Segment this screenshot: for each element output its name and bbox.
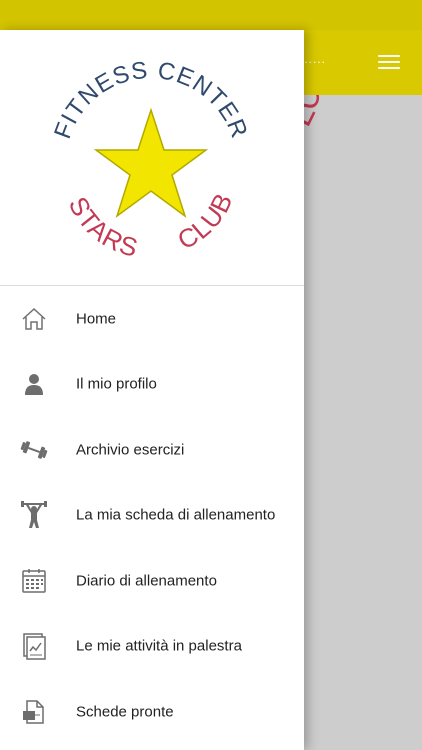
dumbbell-icon bbox=[20, 440, 48, 459]
weightlifter-icon bbox=[21, 501, 47, 529]
menu-item-training-plan[interactable]: La mia scheda di allenamento bbox=[0, 483, 304, 549]
drawer-header: FITNESS CENTER STARS CLUB bbox=[0, 30, 304, 286]
calendar-icon bbox=[22, 568, 46, 593]
menu-item-label: Archivio esercizi bbox=[76, 441, 185, 459]
menu-item-training-diary[interactable]: Diario di allenamento bbox=[0, 548, 304, 614]
menu-item-label: Schede pronte bbox=[76, 703, 174, 721]
home-icon bbox=[22, 307, 46, 330]
menu-item-profile[interactable]: Il mio profilo bbox=[0, 352, 304, 418]
star-icon bbox=[93, 107, 209, 218]
fitness-center-logo: FITNESS CENTER STARS CLUB bbox=[49, 57, 252, 263]
menu-item-label: Le mie attività in palestra bbox=[76, 637, 242, 655]
activity-chart-icon bbox=[23, 633, 46, 660]
menu-item-gym-activities[interactable]: Le mie attività in palestra bbox=[0, 614, 304, 680]
document-icon bbox=[23, 700, 44, 724]
navigation-drawer: FITNESS CENTER STARS CLUB Home Il mio pr… bbox=[0, 30, 304, 750]
user-icon bbox=[25, 374, 43, 396]
menu-item-exercise-archive[interactable]: Archivio esercizi bbox=[0, 417, 304, 483]
menu-item-label: Diario di allenamento bbox=[76, 572, 217, 590]
status-bar bbox=[0, 0, 422, 30]
logo-club-text: CLUB bbox=[172, 188, 237, 256]
drawer-menu: Home Il mio profilo Archivio esercizi La… bbox=[0, 286, 304, 745]
svg-text:CLUB: CLUB bbox=[172, 188, 238, 256]
menu-item-label: La mia scheda di allenamento bbox=[76, 506, 276, 524]
hamburger-menu-icon[interactable] bbox=[378, 55, 400, 71]
menu-item-label: Il mio profilo bbox=[76, 375, 157, 393]
menu-item-ready-plans[interactable]: Schede pronte bbox=[0, 679, 304, 745]
menu-item-home[interactable]: Home bbox=[0, 286, 304, 352]
menu-item-label: Home bbox=[76, 310, 117, 328]
